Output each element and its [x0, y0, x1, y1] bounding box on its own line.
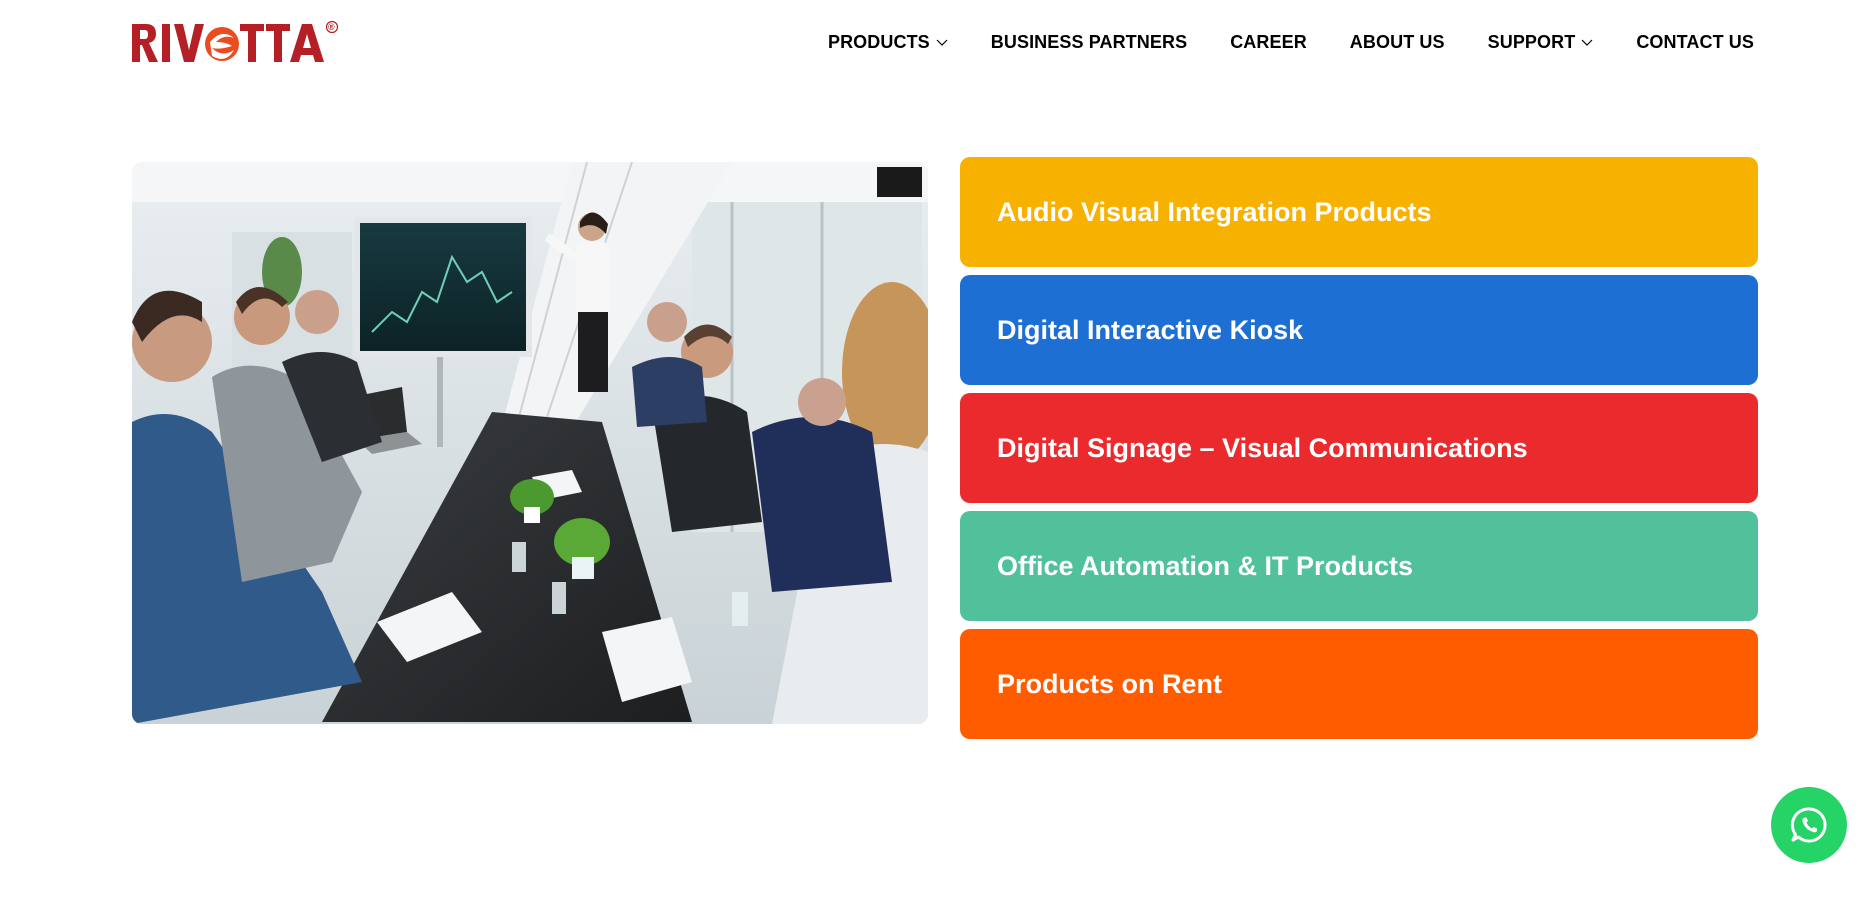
- meeting-room-photo: [132, 162, 928, 724]
- chevron-down-icon: [1581, 39, 1593, 46]
- nav-item-about-us[interactable]: ABOUT US: [1350, 32, 1445, 53]
- nav-item-career[interactable]: CAREER: [1230, 32, 1307, 53]
- category-card-audio-visual[interactable]: Audio Visual Integration Products: [960, 157, 1758, 267]
- category-list: Audio Visual Integration Products Digita…: [960, 157, 1758, 747]
- nav-label-contact-us: CONTACT US: [1636, 31, 1754, 52]
- category-card-office-automation[interactable]: Office Automation & IT Products: [960, 511, 1758, 621]
- nav-item-contact-us[interactable]: CONTACT US: [1636, 32, 1754, 53]
- nav-label-products: PRODUCTS: [827, 31, 930, 52]
- hero-image: [132, 162, 928, 724]
- whatsapp-chat-button[interactable]: [1771, 787, 1847, 863]
- category-card-interactive-kiosk[interactable]: Digital Interactive Kiosk: [960, 275, 1758, 385]
- nav-label-career: CAREER: [1230, 31, 1307, 52]
- brand-logo[interactable]: ®: [132, 20, 340, 66]
- nav-label-business-partners: BUSINESS PARTNERS: [990, 31, 1188, 52]
- whatsapp-icon: [1790, 807, 1827, 843]
- nav-label-about-us: ABOUT US: [1349, 31, 1445, 52]
- nav-item-business-partners[interactable]: BUSINESS PARTNERS: [991, 32, 1187, 53]
- category-label: Office Automation & IT Products: [997, 550, 1414, 581]
- category-label: Digital Signage – Visual Communications: [997, 432, 1528, 463]
- chevron-down-icon: [936, 39, 948, 46]
- category-card-products-on-rent[interactable]: Products on Rent: [960, 629, 1758, 739]
- nav-item-support[interactable]: SUPPORT: [1488, 32, 1594, 53]
- category-label: Audio Visual Integration Products: [997, 196, 1432, 227]
- category-card-digital-signage[interactable]: Digital Signage – Visual Communications: [960, 393, 1758, 503]
- category-label: Products on Rent: [997, 668, 1223, 699]
- registered-mark: ®: [328, 22, 335, 32]
- category-label: Digital Interactive Kiosk: [997, 314, 1304, 345]
- nav-label-support: SUPPORT: [1487, 31, 1576, 52]
- rivetta-logo-mark: [132, 20, 339, 62]
- main-nav: PRODUCTS BUSINESS PARTNERS CAREER ABOUT …: [828, 30, 1754, 54]
- nav-item-products[interactable]: PRODUCTS: [828, 32, 948, 53]
- page: ® PRODUCTS BUSINESS PARTNERS CAREER ABOU…: [0, 0, 1876, 897]
